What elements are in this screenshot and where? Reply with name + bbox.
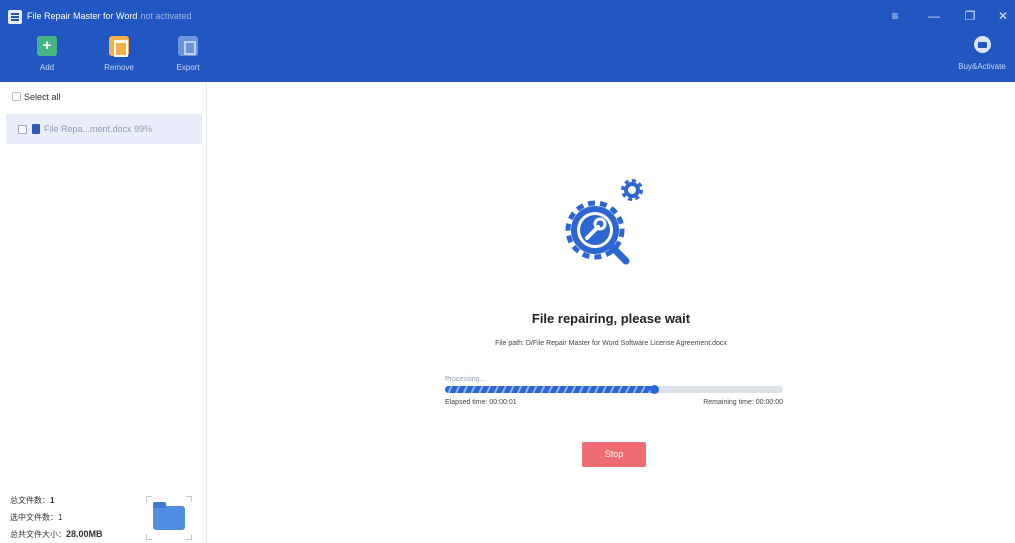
total-files-row: 总文件数：1 (10, 492, 103, 509)
stop-button[interactable]: Stop (582, 442, 646, 467)
file-path-text: File path: D/File Repair Master for Word… (495, 340, 727, 347)
file-name-label: File Repa...ment.docx 99% (44, 124, 152, 134)
remove-label: Remove (104, 63, 134, 72)
total-files-label: 总文件数： (10, 496, 50, 505)
remaining-time: Remaining time: 00:00:00 (703, 399, 783, 406)
file-progress: 99% (134, 124, 153, 134)
progress-knob (650, 385, 659, 394)
file-stats: 总文件数：1 选中文件数：1 总共文件大小：28.00MB (10, 492, 103, 543)
cart-icon (973, 36, 991, 53)
app-window: File Repair Master for Word not activated… (0, 0, 1015, 543)
buy-activate-button[interactable]: Buy&Activate (953, 36, 1011, 78)
buy-label: Buy&Activate (958, 62, 1006, 71)
progress-track (445, 385, 783, 394)
app-logo-icon (8, 10, 22, 24)
checkbox-icon (12, 92, 21, 101)
export-icon (178, 36, 198, 56)
total-files-value: 1 (50, 496, 55, 505)
restore-button[interactable]: ❐ (962, 8, 978, 24)
elapsed-time: Elapsed time: 00:00:01 (445, 399, 517, 406)
file-checkbox[interactable] (18, 125, 27, 134)
repair-progress: Processing... Elapsed time: 00:00:01 Rem… (445, 376, 783, 411)
minimize-button[interactable]: — (926, 8, 942, 24)
selected-files-label: 选中文件数： (10, 513, 58, 522)
remove-button[interactable]: Remove (97, 36, 141, 78)
progress-fill (445, 386, 655, 393)
export-button[interactable]: Export (166, 36, 210, 78)
selected-files-row: 选中文件数：1 (10, 509, 103, 526)
activation-status: not activated (140, 11, 192, 21)
title-toolbar: File Repair Master for Word not activated… (0, 0, 1015, 82)
add-file-icon (37, 36, 57, 56)
add-button[interactable]: Add (25, 36, 69, 78)
total-size-row: 总共文件大小：28.00MB (10, 526, 103, 543)
add-folder-dropzone[interactable] (146, 496, 192, 540)
file-name: File Repa...ment.docx (44, 124, 132, 134)
time-row: Elapsed time: 00:00:01 Remaining time: 0… (445, 399, 783, 411)
repair-gear-icon (565, 179, 643, 265)
total-size-label: 总共文件大小： (10, 530, 66, 539)
window-title: File Repair Master for Word not activated (27, 11, 191, 21)
status-title: File repairing, please wait (531, 311, 691, 326)
file-list-item[interactable]: File Repa...ment.docx 99% (6, 114, 202, 144)
select-all-checkbox[interactable]: Select all (12, 92, 61, 102)
folder-icon (153, 502, 185, 530)
close-button[interactable]: ✕ (995, 8, 1011, 24)
app-name: File Repair Master for Word (27, 11, 138, 21)
repair-panel: File repairing, please wait File path: D… (207, 82, 1015, 543)
file-sidebar: Select all File Repa...ment.docx 99% 总文件… (0, 82, 207, 543)
word-doc-icon (32, 124, 40, 134)
total-size-value: 28.00MB (66, 529, 103, 539)
trash-icon (109, 36, 129, 57)
selected-files-value: 1 (58, 513, 63, 522)
processing-label: Processing... (445, 376, 486, 383)
export-label: Export (176, 63, 200, 72)
select-all-label: Select all (24, 92, 61, 102)
title-bar[interactable]: File Repair Master for Word not activated… (0, 0, 1015, 34)
add-label: Add (39, 63, 55, 72)
menu-button[interactable]: ≡ (887, 8, 903, 24)
